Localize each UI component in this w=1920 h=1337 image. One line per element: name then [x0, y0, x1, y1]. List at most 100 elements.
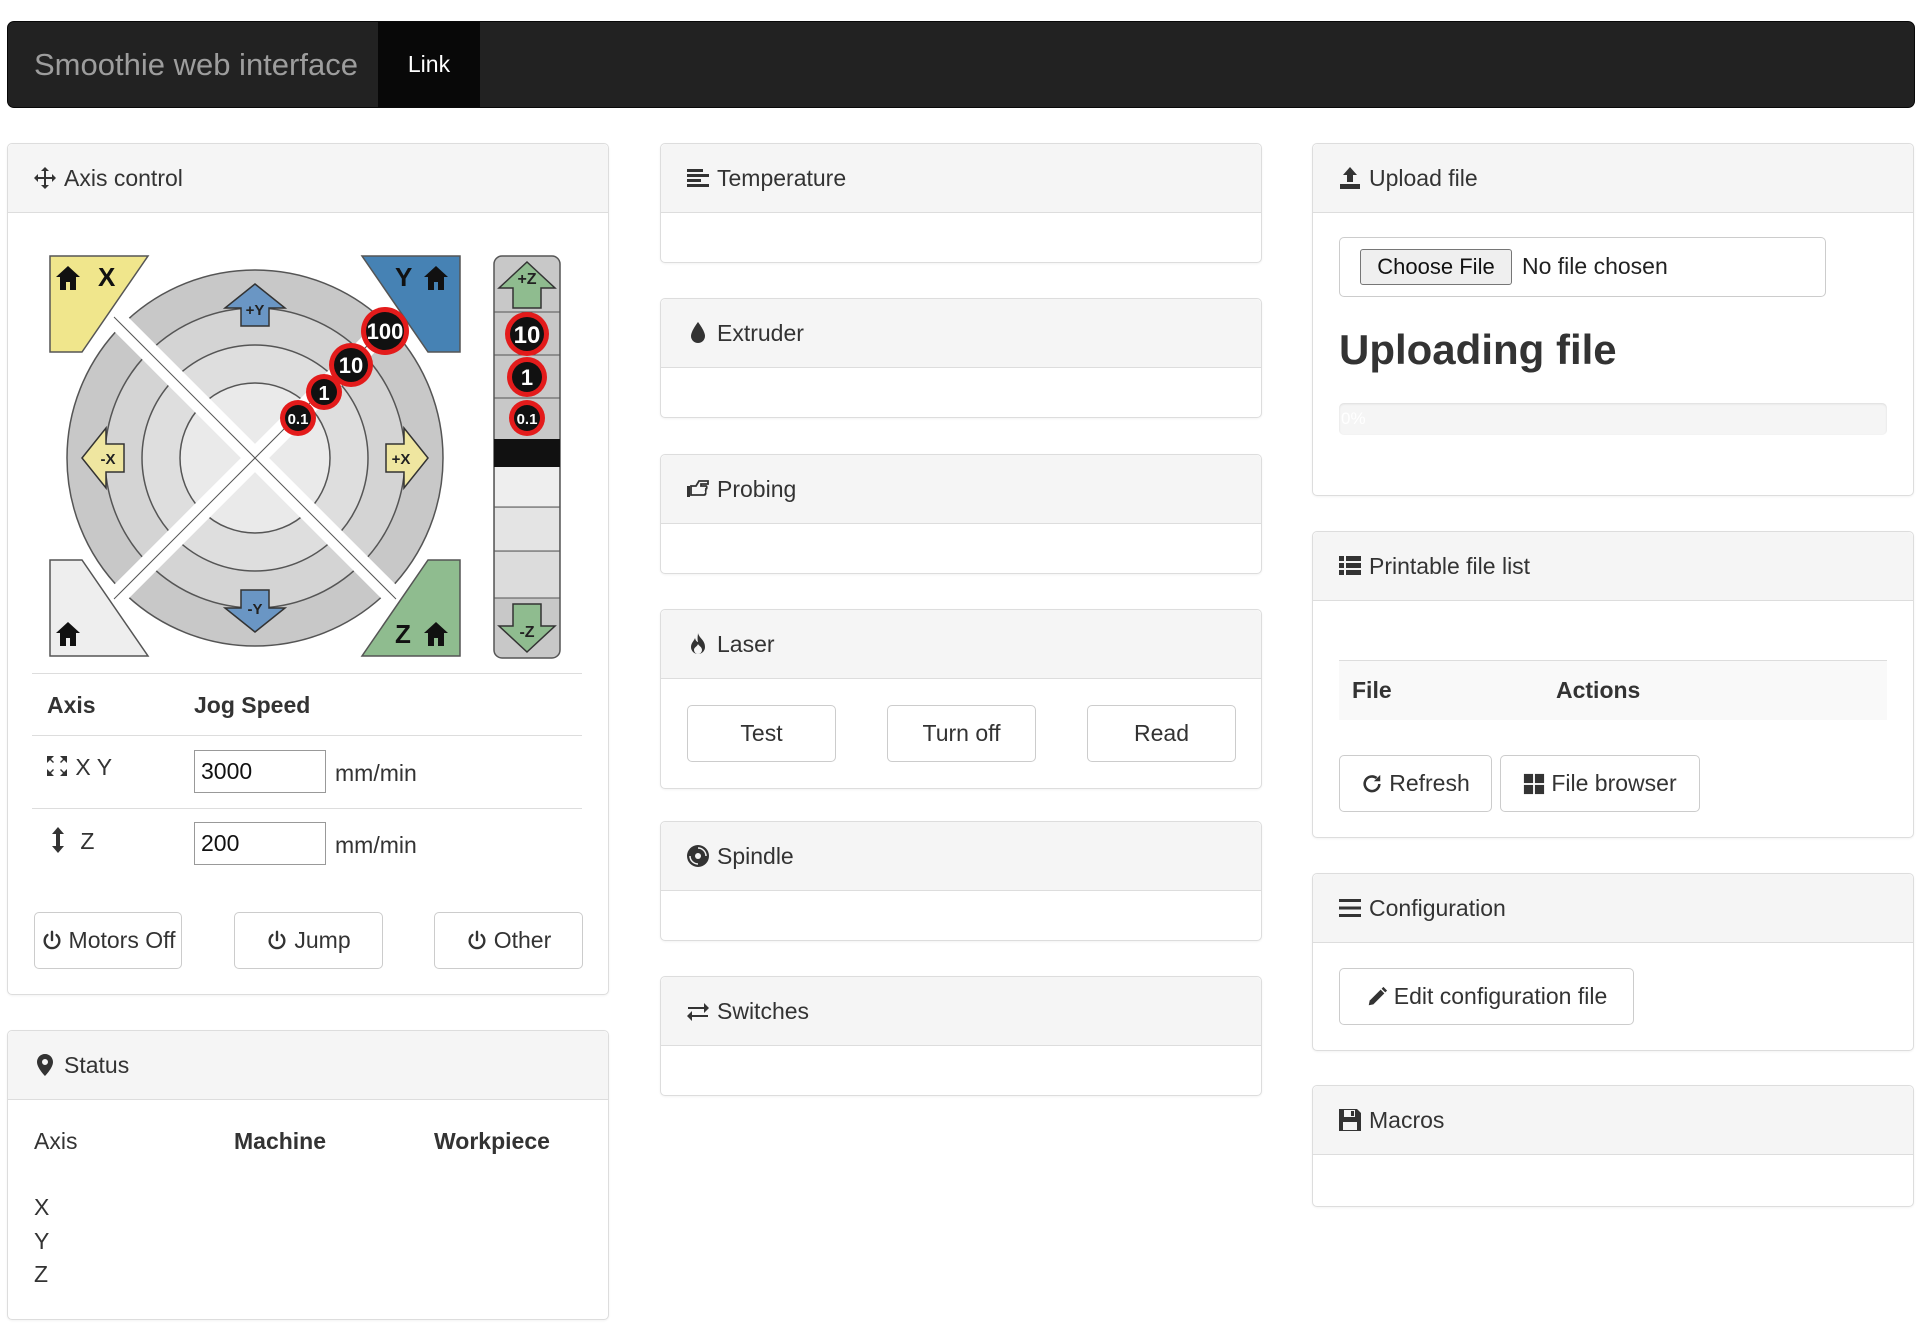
xy-unit: mm/min	[335, 760, 417, 786]
macros-title: Macros	[1369, 1106, 1445, 1133]
power-icon	[468, 930, 486, 949]
upload-progress-bar: 0%	[1339, 403, 1887, 435]
probing-title: Probing	[717, 475, 797, 502]
refresh-icon	[1363, 774, 1381, 792]
status-axis-z: Z	[34, 1261, 49, 1287]
axis-control-heading: Axis control	[8, 144, 608, 213]
laser-test-button[interactable]: Test	[687, 705, 836, 762]
other-button[interactable]: Other	[434, 912, 583, 969]
upload-heading: Upload file	[1313, 144, 1913, 213]
align-left-icon	[685, 165, 711, 191]
floppy-disk-icon	[1337, 1107, 1363, 1133]
configuration-panel: Configuration Edit configuration file	[1312, 873, 1914, 1051]
motors-off-button[interactable]: Motors Off	[34, 912, 182, 969]
status-title: Status	[64, 1051, 130, 1078]
svg-text:+Y: +Y	[246, 302, 265, 319]
col-axis: Axis	[47, 692, 96, 718]
home-y-label: Y	[395, 262, 412, 292]
nav-link[interactable]: Link	[378, 22, 480, 107]
vertical-resize-icon	[52, 827, 64, 853]
xy-jog-speed-input[interactable]	[194, 750, 326, 793]
jump-button[interactable]: Jump	[234, 912, 383, 969]
spindle-heading: Spindle	[661, 822, 1261, 891]
axis-control-panel: Axis control X Y Z +Y -Y -X +X 100 10 1 …	[7, 143, 609, 995]
upload-panel: Upload file	[1312, 143, 1914, 496]
probing-panel: Probing	[660, 454, 1262, 574]
temperature-heading: Temperature	[661, 144, 1261, 213]
list-icon	[1337, 553, 1363, 579]
status-panel: Status Axis Machine Workpiece X Y Z	[7, 1030, 609, 1320]
step-100-badge[interactable]: 100	[361, 307, 409, 355]
home-z-label: Z	[395, 619, 411, 649]
home-x-label: X	[98, 262, 116, 292]
extruder-panel: Extruder	[660, 298, 1262, 418]
svg-text:1: 1	[318, 383, 329, 405]
laser-title: Laser	[717, 630, 775, 657]
move-icon	[32, 165, 58, 191]
z-step-0-1-badge[interactable]: 0.1	[509, 400, 545, 436]
no-file-label: No file chosen	[1522, 253, 1668, 279]
uploading-file-heading: Uploading file	[1339, 326, 1617, 373]
divider	[32, 673, 582, 674]
svg-text:0.1: 0.1	[288, 411, 309, 428]
file-browser-button[interactable]: File browser	[1500, 755, 1700, 812]
svg-text:+X: +X	[392, 451, 411, 468]
z-step-10-badge[interactable]: 10	[505, 312, 549, 356]
fire-icon	[685, 631, 711, 657]
progress-label: 0%	[1341, 409, 1366, 428]
power-icon	[268, 930, 286, 949]
svg-text:-Y: -Y	[248, 601, 263, 618]
svg-text:-X: -X	[101, 451, 116, 468]
probing-heading: Probing	[661, 455, 1261, 524]
step-1-badge[interactable]: 1	[306, 374, 342, 410]
fullscreen-icon	[47, 756, 67, 776]
z-step-1-badge[interactable]: 1	[507, 357, 547, 397]
svg-text:+Z: +Z	[517, 271, 536, 288]
upload-title: Upload file	[1369, 164, 1478, 191]
z-row-label: Z	[50, 827, 94, 855]
z-axis-label: Z	[80, 828, 95, 854]
svg-text:10: 10	[339, 353, 363, 378]
z-unit: mm/min	[335, 832, 417, 858]
hand-pointing-icon	[685, 476, 711, 502]
svg-text:0.1: 0.1	[517, 411, 538, 428]
svg-text:10: 10	[514, 322, 541, 349]
extruder-title: Extruder	[717, 319, 804, 346]
step-0-1-badge[interactable]: 0.1	[280, 400, 316, 436]
choose-file-button[interactable]: Choose File	[1360, 249, 1512, 285]
switches-panel: Switches	[660, 976, 1262, 1096]
refresh-button[interactable]: Refresh	[1339, 755, 1492, 812]
svg-text:1: 1	[521, 365, 533, 390]
svg-text:-Z: -Z	[519, 624, 534, 641]
status-axis-y: Y	[34, 1228, 50, 1254]
z-jog-speed-input[interactable]	[194, 822, 326, 865]
navbar: Smoothie web interface Link	[7, 21, 1915, 108]
cd-icon	[685, 843, 711, 869]
laser-turn-off-button[interactable]: Turn off	[887, 705, 1036, 762]
divider	[32, 808, 582, 809]
spindle-title: Spindle	[717, 842, 794, 869]
status-col-workpiece: Workpiece	[434, 1128, 550, 1154]
file-list-header: File Actions	[1339, 660, 1887, 720]
file-input[interactable]: Choose File No file chosen	[1339, 237, 1826, 297]
temperature-title: Temperature	[717, 164, 847, 191]
laser-read-button[interactable]: Read	[1087, 705, 1236, 762]
xy-row-label: X Y	[45, 754, 112, 781]
status-heading: Status	[8, 1031, 608, 1100]
configuration-title: Configuration	[1369, 894, 1506, 921]
col-file: File	[1352, 677, 1392, 703]
col-jog-speed: Jog Speed	[194, 692, 311, 718]
status-col-axis: Axis	[34, 1128, 78, 1154]
axis-control-title: Axis control	[64, 164, 183, 191]
brand[interactable]: Smoothie web interface	[34, 47, 358, 83]
printable-heading: Printable file list	[1313, 532, 1913, 601]
edit-configuration-button[interactable]: Edit configuration file	[1339, 968, 1634, 1025]
temperature-panel: Temperature	[660, 143, 1262, 263]
pencil-icon	[1368, 986, 1387, 1005]
switches-heading: Switches	[661, 977, 1261, 1046]
upload-icon	[1337, 165, 1363, 191]
status-axis-x: X	[34, 1194, 50, 1220]
divider	[32, 735, 582, 736]
laser-heading: Laser	[661, 610, 1261, 679]
xy-axis-label: X Y	[75, 754, 113, 780]
